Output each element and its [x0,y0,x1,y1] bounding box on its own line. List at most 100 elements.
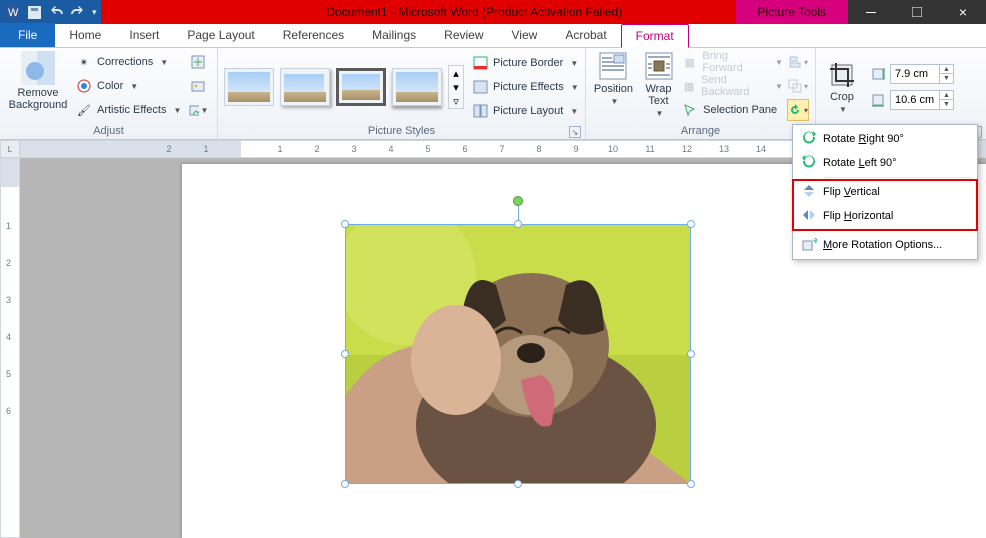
menu-label: Rotate Left 90° [823,157,897,169]
rotate-left-icon [801,154,817,173]
tab-page-layout[interactable]: Page Layout [173,23,268,47]
minimize-button[interactable] [848,0,894,24]
qat-customize-icon[interactable]: ▾ [92,7,97,18]
redo-icon[interactable] [70,4,86,20]
compress-icon [190,54,206,70]
wrap-text-button[interactable]: Wrap Text▼ [639,51,678,123]
rotate-button[interactable]: ▾ [787,99,809,121]
change-picture-button[interactable] [187,75,209,97]
spinner-up[interactable]: ▲ [939,91,953,100]
group-button: ▾ [787,75,809,97]
window-title: Document1 - Microsoft Word (Product Acti… [326,5,622,19]
remove-background-button[interactable]: Remove Background [6,51,70,123]
rotation-handle[interactable] [513,196,523,206]
tab-insert[interactable]: Insert [115,23,173,47]
group-label-picture-styles: Picture Styles↘ [224,123,579,139]
menu-flip-vertical[interactable]: Flip Vertical [795,180,975,204]
dialog-launcher-icon[interactable]: ↘ [569,126,581,138]
save-icon[interactable] [26,4,42,20]
group-label-arrange: Arrange [592,123,809,139]
reset-picture-button[interactable]: ▼ [187,99,209,121]
style-thumb[interactable] [280,68,330,106]
resize-handle-sw[interactable] [341,480,349,488]
spinner-down[interactable]: ▼ [939,100,953,109]
rotation-stem [518,206,519,220]
position-button[interactable]: Position▼ [592,51,635,123]
ruler-tick: 1 [6,221,11,231]
height-field[interactable]: 7.9 cm▲▼ [870,64,954,84]
resize-handle-n[interactable] [514,220,522,228]
style-thumb[interactable] [392,68,442,106]
color-button[interactable]: Color▼ [76,75,181,97]
menu-separator [825,230,973,231]
menu-label: Flip Vertical [823,186,880,198]
selection-pane-button[interactable]: Selection Pane [682,99,783,121]
gallery-scroll-up[interactable]: ▴ [449,66,463,80]
tab-acrobat[interactable]: Acrobat [551,23,620,47]
chevron-down-icon: ▼ [130,82,138,91]
picture-content [345,224,691,484]
resize-handle-nw[interactable] [341,220,349,228]
crop-button[interactable]: Crop▼ [822,61,862,114]
picture-layout-button[interactable]: Picture Layout▼ [472,100,579,122]
svg-text:W: W [8,7,19,19]
tab-mailings[interactable]: Mailings [358,23,430,47]
chevron-down-icon: ▼ [160,58,168,67]
menu-label: Rotate Right 90° [823,133,904,145]
style-gallery[interactable]: ▴ ▾ ▿ [224,65,464,109]
menu-label: More Rotation Options... [823,239,942,251]
menu-separator [825,177,973,178]
width-field[interactable]: 10.6 cm▲▼ [870,90,954,110]
ruler-tick: 3 [351,144,356,154]
tab-review[interactable]: Review [430,23,497,47]
ruler-tick: 8 [536,144,541,154]
picture-effects-button[interactable]: Picture Effects▼ [472,76,579,98]
menu-rotate-left[interactable]: Rotate Left 90° [795,151,975,175]
ribbon-tab-strip: File Home Insert Page Layout References … [0,24,986,48]
picture-border-button[interactable]: Picture Border▼ [472,52,579,74]
align-button[interactable]: ▾ [787,51,809,73]
ruler-tick: 1 [277,144,282,154]
rotate-menu: Rotate Right 90° Rotate Left 90° Flip Ve… [792,124,978,260]
word-icon: W [4,4,20,20]
ruler-corner[interactable]: L [0,140,20,158]
tab-file[interactable]: File [0,23,55,47]
ruler-tick: 3 [6,295,11,305]
gallery-more[interactable]: ▿ [449,94,463,108]
spinner-up[interactable]: ▲ [939,65,953,74]
vertical-ruler[interactable]: 123456 [0,158,20,538]
resize-handle-s[interactable] [514,480,522,488]
tab-home[interactable]: Home [55,23,115,47]
tab-view[interactable]: View [498,23,552,47]
tab-format[interactable]: Format [621,24,689,48]
ruler-tick: 1 [203,144,208,154]
selection-pane-icon [682,102,698,118]
spinner-down[interactable]: ▼ [939,74,953,83]
artistic-effects-button[interactable]: 🖌Artistic Effects▼ [76,99,181,121]
style-thumb[interactable] [336,68,386,106]
menu-flip-horizontal[interactable]: Flip Horizontal [795,204,975,228]
menu-more-rotation[interactable]: More Rotation Options... [795,233,975,257]
corrections-button[interactable]: ✴Corrections▼ [76,51,181,73]
menu-rotate-right[interactable]: Rotate Right 90° [795,127,975,151]
dog-image-placeholder [346,225,691,484]
close-button[interactable]: × [940,0,986,24]
style-thumb[interactable] [224,68,274,106]
resize-handle-ne[interactable] [687,220,695,228]
more-rotation-icon [801,236,817,255]
resize-handle-se[interactable] [687,480,695,488]
undo-icon[interactable] [48,4,64,20]
selected-picture[interactable] [345,224,691,484]
resize-handle-e[interactable] [687,350,695,358]
gallery-scroll-down[interactable]: ▾ [449,80,463,94]
ruler-tick: 14 [756,144,766,154]
ruler-tick: 9 [573,144,578,154]
ruler-tick: 4 [6,332,11,342]
title-area: Document1 - Microsoft Word (Product Acti… [101,0,848,24]
flip-vertical-icon [801,183,817,202]
resize-handle-w[interactable] [341,350,349,358]
window-buttons: × [848,0,986,24]
maximize-button[interactable] [894,0,940,24]
tab-references[interactable]: References [269,23,358,47]
compress-pictures-button[interactable] [187,51,209,73]
